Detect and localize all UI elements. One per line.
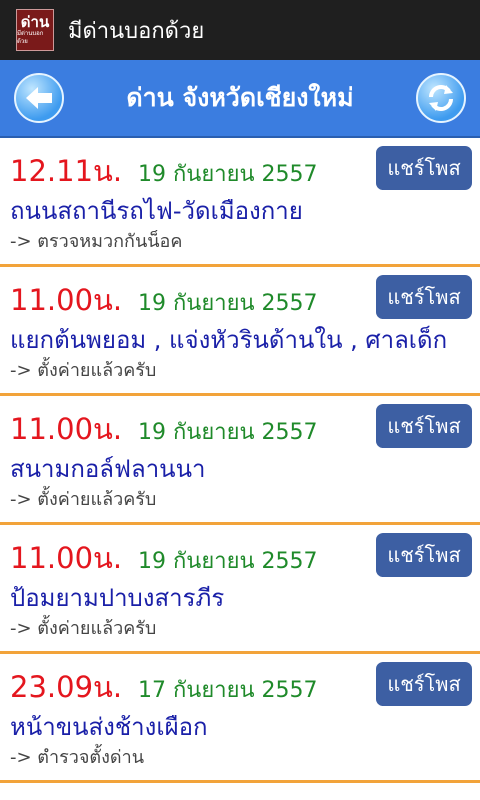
item-note: -> ตรวจหมวกกันน็อค [10,231,183,252]
share-post-button[interactable]: แชร์โพส [376,662,472,706]
share-post-button[interactable]: แชร์โพส [376,146,472,190]
share-post-button[interactable]: แชร์โพส [376,275,472,319]
list-item[interactable]: 12.11น. 19 กันยายน 2557 แชร์โพส ถนนสถานี… [0,138,480,267]
item-time: 12.11น. [10,154,123,188]
item-date: 19 กันยายน 2557 [138,291,318,316]
share-post-button[interactable]: แชร์โพส [376,404,472,448]
item-location: ป้อมยามปาบงสารภีร [10,584,225,612]
item-time: 11.00น. [10,541,123,575]
list-item[interactable]: 23.09น. 17 กันยายน 2557 แชร์โพส หน้าขนส่… [0,654,480,783]
app-logo-subtext: มีด่านบอกด้วย [17,30,44,45]
item-date: 19 กันยายน 2557 [138,420,318,445]
list-item[interactable]: 11.00น. 19 กันยายน 2557 แชร์โพส แยกต้นพย… [0,267,480,396]
item-time: 23.09น. [10,670,123,704]
checkpoint-list: 12.11น. 19 กันยายน 2557 แชร์โพส ถนนสถานี… [0,138,480,783]
refresh-button[interactable] [416,73,466,123]
page-title: ด่าน จังหวัดเชียงใหม่ [126,83,354,112]
back-button[interactable] [14,73,64,123]
app-logo-text: ด่าน [20,13,50,31]
item-note: -> ตั้งค่ายแล้วครับ [10,618,157,639]
item-date: 19 กันยายน 2557 [138,549,318,574]
share-post-button[interactable]: แชร์โพส [376,533,472,577]
item-location: ถนนสถานีรถไฟ-วัดเมืองกาย [10,197,303,225]
item-date: 19 กันยายน 2557 [138,162,318,187]
toolbar: ด่าน จังหวัดเชียงใหม่ [0,60,480,138]
item-note: -> ตั้งค่ายแล้วครับ [10,360,157,381]
item-time: 11.00น. [10,283,123,317]
item-location: สนามกอล์ฟลานนา [10,455,206,483]
item-note: -> ตั้งค่ายแล้วครับ [10,489,157,510]
list-item[interactable]: 11.00น. 19 กันยายน 2557 แชร์โพส ป้อมยามป… [0,525,480,654]
list-item[interactable]: 11.00น. 19 กันยายน 2557 แชร์โพส สนามกอล์… [0,396,480,525]
item-note: -> ตำรวจตั้งด่าน [10,747,144,768]
item-location: หน้าขนส่งช้างเผือก [10,713,208,741]
item-time: 11.00น. [10,412,123,446]
back-arrow-icon [26,87,52,109]
app-logo: ด่าน มีด่านบอกด้วย [16,9,54,51]
app-title-bar: ด่าน มีด่านบอกด้วย มีด่านบอกด้วย [0,0,480,60]
refresh-icon [429,85,453,111]
item-date: 17 กันยายน 2557 [138,678,318,703]
item-location: แยกต้นพยอม , แจ่งหัวรินด้านใน , ศาลเด็ก [10,326,448,354]
app-title: มีด่านบอกด้วย [68,18,205,44]
